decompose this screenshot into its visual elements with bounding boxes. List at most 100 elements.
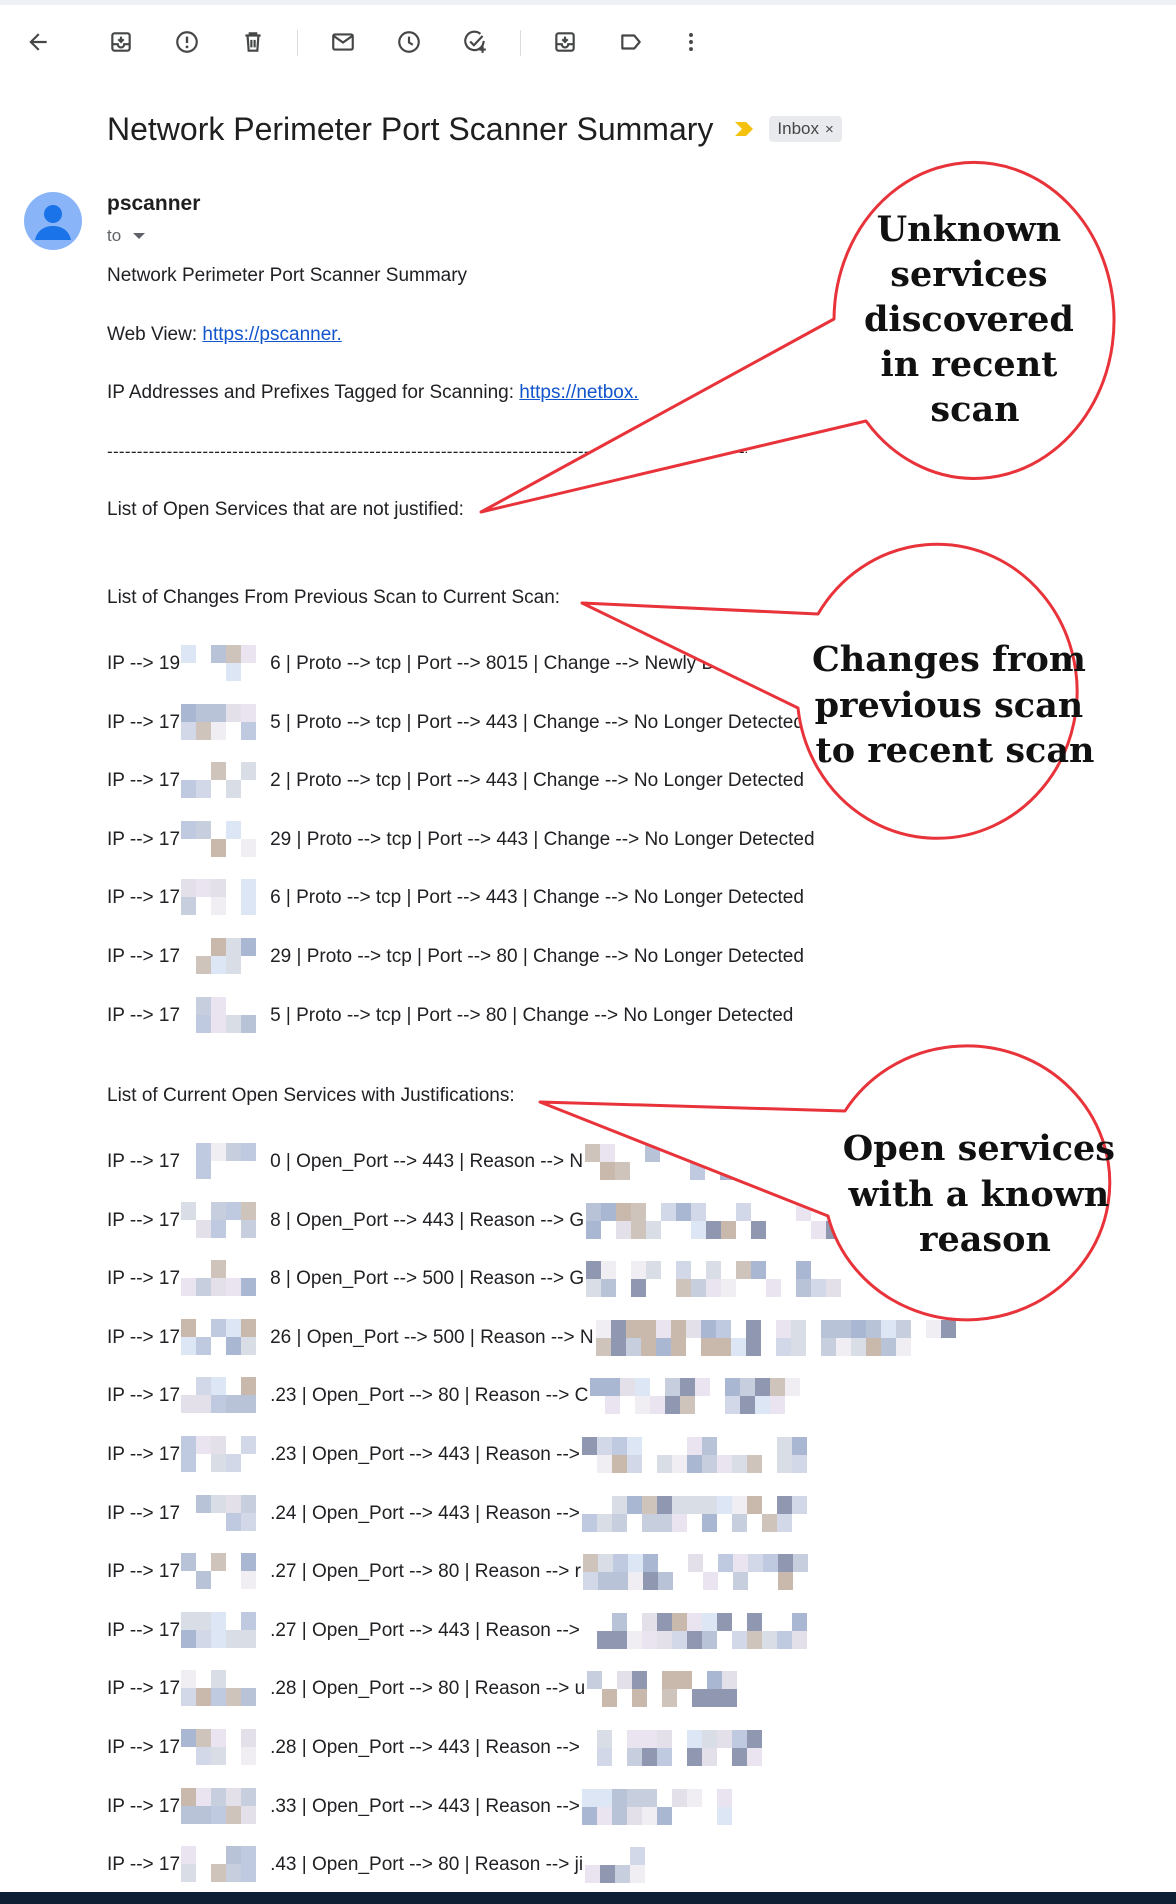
redaction-pixel [241, 1278, 257, 1297]
redaction-pixel [211, 721, 227, 740]
back-arrow-icon[interactable] [20, 24, 56, 60]
redaction-pixel [241, 1318, 257, 1337]
tagged-line: IP Addresses and Prefixes Tagged for Sca… [107, 381, 639, 405]
redaction-pixel [611, 1788, 627, 1807]
redaction-pixel [695, 1378, 711, 1397]
redaction-pixel [211, 996, 227, 1015]
redaction-pixel [626, 1630, 642, 1649]
redaction-pixel [746, 1730, 762, 1748]
redaction-pixel [791, 1612, 807, 1631]
move-to-icon[interactable] [547, 24, 583, 60]
redaction-pixel [226, 820, 242, 839]
redaction-pixel [181, 820, 197, 839]
ip-prefix: IP --> 17 [107, 711, 181, 733]
snooze-icon[interactable] [391, 24, 427, 60]
redaction-pixel [755, 1378, 771, 1397]
redaction-pixel [586, 1220, 602, 1239]
redaction-pixel [181, 1611, 197, 1630]
redaction-pixel [596, 1748, 612, 1766]
redaction-pixel [895, 1319, 911, 1338]
remove-label-icon[interactable]: × [825, 121, 834, 138]
changes-heading: List of Changes From Previous Scan to Cu… [107, 587, 561, 608]
mark-unread-icon[interactable] [325, 24, 361, 60]
redaction-pixel [241, 1864, 257, 1883]
redaction-pixel [241, 1846, 257, 1865]
redaction-pixel [691, 1220, 707, 1239]
add-task-icon[interactable] [457, 24, 493, 60]
redaction-pixel [181, 721, 197, 740]
redaction-pixel [196, 1161, 212, 1179]
redaction-pixel [196, 1688, 212, 1707]
redaction-pixel [880, 1319, 896, 1338]
redaction-pixel [196, 1787, 212, 1806]
redaction-pixel [790, 1319, 806, 1338]
redaction-pixel [241, 1436, 257, 1454]
report-spam-icon[interactable] [169, 24, 205, 60]
chevron-down-icon[interactable] [133, 233, 146, 239]
label-icon[interactable] [613, 24, 649, 60]
redaction-pixel [736, 1202, 752, 1221]
redaction-pixel [596, 1788, 612, 1807]
body-heading: Network Perimeter Port Scanner Summary [107, 265, 468, 286]
redaction-pixel [732, 1572, 748, 1591]
redacted-reason [581, 1437, 812, 1473]
redacted-reason [582, 1554, 813, 1591]
redaction-pixel [791, 1437, 807, 1455]
redaction-pixel [181, 1729, 197, 1747]
delete-icon[interactable] [235, 24, 271, 60]
recipient-line[interactable]: to [107, 226, 146, 246]
redaction-pixel [196, 703, 212, 722]
redaction-pixel [211, 1670, 227, 1689]
label-chip-inbox[interactable]: Inbox × [769, 116, 842, 142]
redaction-pixel [826, 1220, 842, 1239]
redaction-pixel [615, 1162, 631, 1180]
redaction-pixel [181, 879, 197, 898]
redaction-pixel [706, 1261, 722, 1280]
redaction-pixel [686, 1788, 702, 1807]
archive-icon[interactable] [103, 24, 139, 60]
redaction-pixel [600, 1162, 616, 1180]
redaction-pixel [776, 1495, 792, 1514]
list-item: IP --> 17 6 | Proto --> tcp | Port --> 44… [107, 879, 804, 917]
redaction-pixel [241, 1395, 257, 1414]
redaction-pixel [720, 1162, 736, 1180]
message-toolbar [0, 18, 1176, 66]
redaction-pixel [582, 1554, 598, 1573]
redaction-pixel [701, 1495, 717, 1514]
tagged-link[interactable]: https://netbox. [519, 382, 638, 403]
redaction-pixel [641, 1788, 657, 1807]
important-marker-icon[interactable] [733, 120, 755, 138]
entry-details: 26 | Open_Port --> 500 | Reason --> N [270, 1326, 594, 1348]
redaction-pixel [686, 1630, 702, 1649]
redaction-pixel [196, 1395, 212, 1414]
sender-name[interactable]: pscanner [107, 192, 200, 216]
web-view-link[interactable]: https://pscanner. [202, 324, 341, 345]
redaction-pixel [196, 1629, 212, 1648]
redacted-ip [181, 820, 269, 859]
redaction-pixel [625, 1337, 641, 1356]
redaction-pixel [670, 1319, 686, 1338]
redaction-pixel [776, 1630, 792, 1649]
redaction-pixel [722, 1671, 738, 1690]
redaction-pixel [611, 1455, 627, 1473]
redaction-pixel [226, 1395, 242, 1414]
entry-details: .33 | Open_Port --> 443 | Reason --> [270, 1795, 580, 1817]
redaction-pixel [226, 1014, 242, 1033]
redaction-pixel [680, 1396, 696, 1415]
redaction-pixel [211, 1395, 227, 1414]
redaction-pixel [645, 1144, 661, 1162]
redaction-pixel [702, 1572, 718, 1591]
redaction-pixel [211, 1436, 227, 1454]
redaction-pixel [610, 1319, 626, 1338]
more-vert-icon[interactable] [673, 24, 709, 60]
redaction-pixel [671, 1513, 687, 1532]
redaction-pixel [211, 1260, 227, 1279]
redaction-pixel [820, 1319, 836, 1338]
redaction-pixel [776, 1437, 792, 1455]
ip-prefix: IP --> 17 [107, 828, 181, 850]
ip-prefix: IP --> 17 [107, 1385, 181, 1407]
redaction-pixel [626, 1788, 642, 1807]
redaction-pixel [226, 1336, 242, 1355]
avatar[interactable] [24, 192, 82, 250]
redaction-pixel [775, 1337, 791, 1356]
